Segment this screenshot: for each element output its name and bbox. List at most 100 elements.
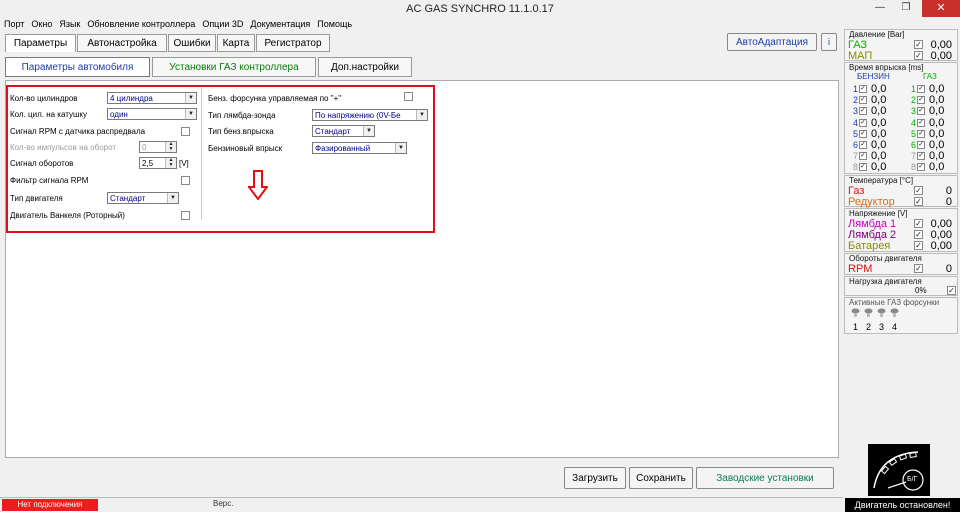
load-title: Нагрузка двигателя [849, 277, 922, 286]
connection-status: Нет подключения [2, 499, 98, 511]
info-icon[interactable]: ⅰ [821, 33, 837, 51]
gas-cyl-checkbox[interactable]: ✓ [917, 96, 926, 105]
petrol-injector-row: 4 ✓ 0,0 [853, 117, 886, 129]
tab-extra-settings[interactable]: Доп.настройки [318, 57, 412, 77]
auto-adapt-button[interactable]: АвтоАдаптация [727, 33, 817, 51]
minimize-icon[interactable]: — [870, 1, 890, 15]
tab-label: Ошибки [173, 37, 211, 49]
pressure-gas-row: ГАЗ ✓ 0,00 [848, 39, 954, 51]
close-icon[interactable]: ✕ [922, 0, 960, 17]
injector-number: 1 [853, 322, 859, 332]
injection-section: Время впрыска [ms] БЕНЗИН ГАЗ 1 ✓ 0,0 1 ✓ 0,0… [844, 62, 958, 174]
cyl-number: 7 [911, 151, 917, 162]
menu-help[interactable]: Помощь [317, 19, 352, 29]
menu-port[interactable]: Порт [4, 19, 24, 29]
tab-parameters[interactable]: Параметры [5, 34, 76, 52]
temp-gas-checkbox[interactable]: ✓ [914, 186, 923, 195]
temp-reducer-checkbox[interactable]: ✓ [914, 197, 923, 206]
gas-cyl-checkbox[interactable]: ✓ [917, 141, 926, 149]
cyl-number: 6 [911, 140, 917, 150]
row-value: 0 [945, 262, 952, 275]
petrol-inj-value: 0,0 [871, 83, 887, 95]
auto-adapt-label: АвтоАдаптация [735, 36, 809, 48]
rpm-row: RPM ✓ 0 [848, 262, 954, 275]
petrol-cyl-checkbox[interactable]: ✓ [859, 141, 868, 149]
petrol-cyl-checkbox[interactable]: ✓ [859, 163, 868, 172]
gas-inj-value: 0,0 [929, 83, 945, 95]
lambda2-checkbox[interactable]: ✓ [914, 230, 923, 239]
tab-gas-controller-settings[interactable]: Установки ГАЗ контроллера [152, 57, 316, 77]
gas-inj-value: 0,0 [929, 116, 945, 129]
tab-label: Карта [222, 37, 250, 49]
highlight-frame [6, 85, 435, 233]
menu-window[interactable]: Окно [31, 19, 52, 29]
gas-cyl-checkbox[interactable]: ✓ [917, 163, 926, 172]
cyl-number: 3 [853, 106, 859, 117]
gas-injector-row: 4 ✓ 0,0 [911, 117, 944, 129]
load-section: Нагрузка двигателя 0% ✓ [844, 276, 958, 296]
load-value: 0% [915, 286, 927, 295]
petrol-inj-value: 0,0 [871, 105, 887, 118]
cyl-number: 1 [853, 84, 859, 94]
tab-car-parameters[interactable]: Параметры автомобиля [5, 57, 150, 77]
save-button[interactable]: Сохранить [629, 467, 693, 489]
active-injectors-section: Активные ГАЗ форсунки 1234 [844, 297, 958, 334]
petrol-injector-row: 2 ✓ 0,0 [853, 94, 886, 106]
tab-map[interactable]: Карта [217, 34, 255, 52]
cyl-number: 6 [853, 140, 859, 150]
menu-documentation[interactable]: Документация [250, 19, 310, 29]
tab-label: Автонастройка [87, 37, 157, 49]
restore-icon[interactable]: ❐ [896, 1, 916, 15]
cyl-number: 5 [911, 128, 917, 139]
lambda1-checkbox[interactable]: ✓ [914, 219, 923, 228]
petrol-cyl-checkbox[interactable]: ✓ [859, 129, 868, 138]
tab-label: Параметры автомобиля [21, 61, 134, 73]
battery-checkbox[interactable]: ✓ [914, 241, 923, 250]
pressure-map-checkbox[interactable]: ✓ [914, 51, 923, 60]
injector-number: 4 [892, 322, 898, 332]
petrol-inj-value: 0,0 [871, 94, 887, 107]
battery-row: Батарея ✓ 0,00 [848, 240, 954, 252]
gas-cyl-checkbox[interactable]: ✓ [917, 118, 926, 127]
petrol-cyl-checkbox[interactable]: ✓ [859, 118, 868, 127]
menu-update[interactable]: Обновление контроллера [87, 19, 195, 29]
gas-cyl-checkbox[interactable]: ✓ [917, 107, 926, 116]
gas-cyl-checkbox[interactable]: ✓ [917, 129, 926, 138]
rpm-checkbox[interactable]: ✓ [914, 264, 923, 273]
tab-autotune[interactable]: Автонастройка [77, 34, 167, 52]
tab-recorder[interactable]: Регистратор [256, 34, 330, 52]
gas-inj-value: 0,0 [929, 127, 945, 140]
row-name: МАП [848, 49, 873, 62]
load-checkbox[interactable]: ✓ [947, 286, 956, 295]
pressure-section: Давление [Bar] ГАЗ ✓ 0,00 МАП ✓ 0,00 [844, 29, 958, 62]
cyl-number: 7 [853, 151, 859, 162]
factory-settings-button[interactable]: Заводские установки [696, 467, 834, 489]
pressure-gas-checkbox[interactable]: ✓ [914, 40, 923, 49]
cyl-number: 8 [911, 162, 917, 173]
engine-status: Двигатель остановлен! [845, 498, 960, 512]
petrol-header: БЕНЗИН [857, 72, 890, 81]
petrol-cyl-checkbox[interactable]: ✓ [859, 152, 868, 161]
petrol-cyl-checkbox[interactable]: ✓ [859, 107, 868, 116]
menu-3d-options[interactable]: Опции 3D [202, 19, 243, 29]
petrol-inj-value: 0,0 [871, 127, 887, 140]
petrol-cyl-checkbox[interactable]: ✓ [859, 96, 868, 105]
injector-icon [877, 308, 886, 318]
petrol-injector-row: 1 ✓ 0,0 [853, 83, 886, 95]
active-injectors-title: Активные ГАЗ форсунки [849, 298, 940, 307]
petrol-inj-value: 0,0 [871, 139, 887, 151]
gas-inj-value: 0,0 [929, 139, 945, 151]
gas-cyl-checkbox[interactable]: ✓ [917, 85, 926, 93]
injector-icon [851, 308, 860, 318]
tab-errors[interactable]: Ошибки [168, 34, 216, 52]
petrol-inj-value: 0,0 [871, 116, 887, 129]
gas-injector-row: 1 ✓ 0,0 [911, 83, 944, 95]
menu-language[interactable]: Язык [59, 19, 80, 29]
load-button[interactable]: Загрузить [564, 467, 626, 489]
title-bar: AC GAS SYNCHRO 11.1.0.17 [0, 0, 960, 17]
gas-cyl-checkbox[interactable]: ✓ [917, 152, 926, 161]
rpm-section: Обороты двигателя RPM ✓ 0 [844, 253, 958, 275]
petrol-cyl-checkbox[interactable]: ✓ [859, 85, 868, 93]
window-title: AC GAS SYNCHRO 11.1.0.17 [406, 2, 554, 15]
button-label: Загрузить [572, 472, 618, 484]
